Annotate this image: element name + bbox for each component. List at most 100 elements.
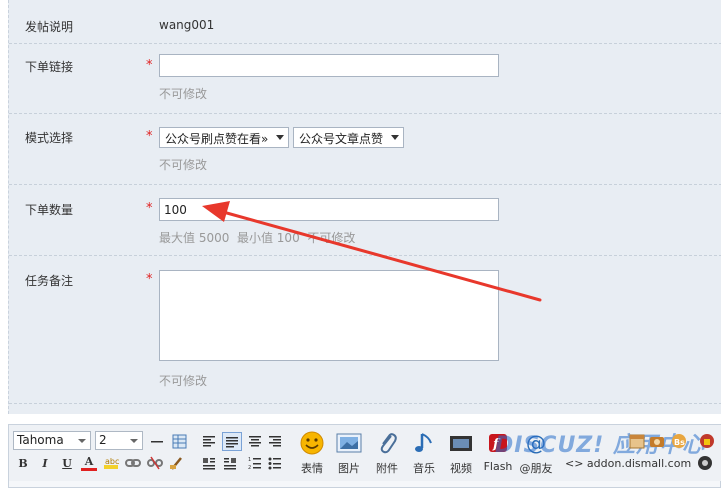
thread-form-panel: 发帖说明 wang001 下单链接 * 不可修改 模式选择 * 公众号刷点赞在看… xyxy=(8,0,721,414)
mode-select-primary[interactable]: 公众号刷点赞在看» xyxy=(159,127,289,148)
font-size-select[interactable]: 2 xyxy=(95,431,143,450)
music-tool-label: 音乐 xyxy=(413,462,435,475)
source-code-link[interactable]: <> addon.dismall.com xyxy=(565,457,691,470)
text-color-label: A xyxy=(84,455,94,468)
svg-text:2: 2 xyxy=(248,465,251,470)
lock-icon xyxy=(700,434,714,448)
post-note-label: 发帖说明 xyxy=(25,20,74,34)
bold-button[interactable]: B xyxy=(15,455,31,471)
video-tool[interactable]: 视频 xyxy=(444,431,478,475)
unlink-button[interactable] xyxy=(147,455,163,471)
form-row-mode-select: 模式选择 * 公众号刷点赞在看» 公众号文章点赞 不可修改 xyxy=(9,114,721,185)
svg-text:1: 1 xyxy=(248,457,251,463)
plugin-icon-1[interactable] xyxy=(629,433,645,449)
music-tool[interactable]: 音乐 xyxy=(407,431,441,475)
order-link-input[interactable] xyxy=(159,54,499,77)
align-center-button[interactable] xyxy=(247,433,263,449)
form-row-order-link: 下单链接 * 不可修改 xyxy=(9,44,721,114)
table-button[interactable] xyxy=(171,433,187,449)
task-note-label: 任务备注 xyxy=(25,274,74,288)
unordered-list-button[interactable] xyxy=(267,455,283,471)
brush-icon xyxy=(170,457,182,470)
font-family-value: Tahoma xyxy=(17,433,64,447)
order-qty-input[interactable]: 100 xyxy=(159,198,499,221)
float-right-button[interactable] xyxy=(222,455,238,471)
mode-select-secondary-value: 公众号文章点赞 xyxy=(299,132,384,146)
plugin-icon-2[interactable] xyxy=(649,433,665,449)
plugin-icon-3[interactable]: Bs xyxy=(671,433,687,449)
plugin-icon-5[interactable] xyxy=(697,455,713,471)
float-right-icon xyxy=(224,458,236,470)
emoji-tool-label: 表情 xyxy=(301,462,323,475)
task-note-hint: 不可修改 xyxy=(159,374,208,388)
float-left-button[interactable] xyxy=(201,455,217,471)
paperclip-icon xyxy=(380,433,397,454)
unordered-list-icon xyxy=(268,457,281,470)
align-right-icon xyxy=(269,436,281,447)
calendar-icon xyxy=(629,434,645,449)
font-family-select[interactable]: Tahoma xyxy=(13,431,91,450)
order-link-label: 下单链接 xyxy=(25,60,74,74)
editor-toolbar: Tahoma 2 B I U A abc 1 2 表情 图片 附件 音乐 视频 … xyxy=(9,425,721,481)
align-justify-button[interactable] xyxy=(222,432,242,451)
record-icon xyxy=(698,456,712,470)
required-mark: * xyxy=(146,58,153,73)
float-left-icon xyxy=(203,458,215,470)
align-left-button[interactable] xyxy=(201,433,217,449)
mode-select-hint: 不可修改 xyxy=(159,158,208,172)
image-icon xyxy=(336,433,362,453)
order-qty-hint: 最大值 5000 最小值 100 不可修改 xyxy=(159,231,356,245)
bold-label: B xyxy=(18,456,28,470)
ordered-list-button[interactable]: 12 xyxy=(247,455,263,471)
text-color-button[interactable]: A xyxy=(81,455,97,471)
clear-format-button[interactable] xyxy=(169,455,185,471)
align-justify-icon xyxy=(226,436,238,447)
italic-label: I xyxy=(42,456,48,470)
smiley-icon xyxy=(300,431,324,455)
badge-icon: Bs xyxy=(672,434,686,448)
required-mark: * xyxy=(146,272,153,287)
chevron-down-icon xyxy=(276,135,284,140)
mention-tool-label: @朋友 xyxy=(519,462,553,475)
video-tool-label: 视频 xyxy=(450,462,472,475)
music-note-icon xyxy=(415,433,432,452)
order-qty-label: 下单数量 xyxy=(25,203,74,217)
form-row-post-note: 发帖说明 wang001 xyxy=(9,0,721,44)
align-center-icon xyxy=(249,436,261,447)
horizontal-rule-button[interactable] xyxy=(149,433,165,449)
table-icon xyxy=(172,434,186,448)
image-tool[interactable]: 图片 xyxy=(332,431,366,475)
font-size-value: 2 xyxy=(99,433,107,447)
task-note-textarea[interactable] xyxy=(159,270,499,361)
mode-select-secondary[interactable]: 公众号文章点赞 xyxy=(293,127,404,148)
emoji-tool[interactable]: 表情 xyxy=(295,431,329,475)
highlight-icon: abc xyxy=(104,457,119,469)
post-note-value: wang001 xyxy=(159,18,215,32)
background-color-button[interactable]: abc xyxy=(103,455,119,471)
unlink-icon xyxy=(147,456,163,470)
mode-select-primary-value: 公众号刷点赞在看» xyxy=(165,132,269,146)
svg-text:Bs: Bs xyxy=(674,438,685,447)
order-link-hint: 不可修改 xyxy=(159,87,208,101)
align-right-button[interactable] xyxy=(267,433,283,449)
italic-button[interactable]: I xyxy=(37,455,53,471)
underline-button[interactable]: U xyxy=(59,455,75,471)
link-icon xyxy=(125,459,141,467)
attachment-tool-label: 附件 xyxy=(376,462,398,475)
mode-select-label: 模式选择 xyxy=(25,131,74,145)
chevron-down-icon xyxy=(391,135,399,140)
camera-icon xyxy=(650,437,664,447)
plugin-icon-4[interactable] xyxy=(699,433,715,449)
align-left-icon xyxy=(203,436,215,447)
underline-label: U xyxy=(62,456,72,470)
svg-text:abc: abc xyxy=(105,457,119,466)
form-row-task-note: 任务备注 * 不可修改 xyxy=(9,256,721,404)
flash-tool-label: Flash xyxy=(483,460,513,473)
link-button[interactable] xyxy=(125,455,141,471)
attachment-tool[interactable]: 附件 xyxy=(370,431,404,475)
image-tool-label: 图片 xyxy=(338,462,360,475)
rich-text-editor: Tahoma 2 B I U A abc 1 2 表情 图片 附件 音乐 视频 … xyxy=(8,424,721,488)
horizontal-rule-icon xyxy=(151,441,163,443)
required-mark: * xyxy=(146,129,153,144)
form-row-order-qty: 下单数量 * 100 最大值 5000 最小值 100 不可修改 xyxy=(9,185,721,256)
